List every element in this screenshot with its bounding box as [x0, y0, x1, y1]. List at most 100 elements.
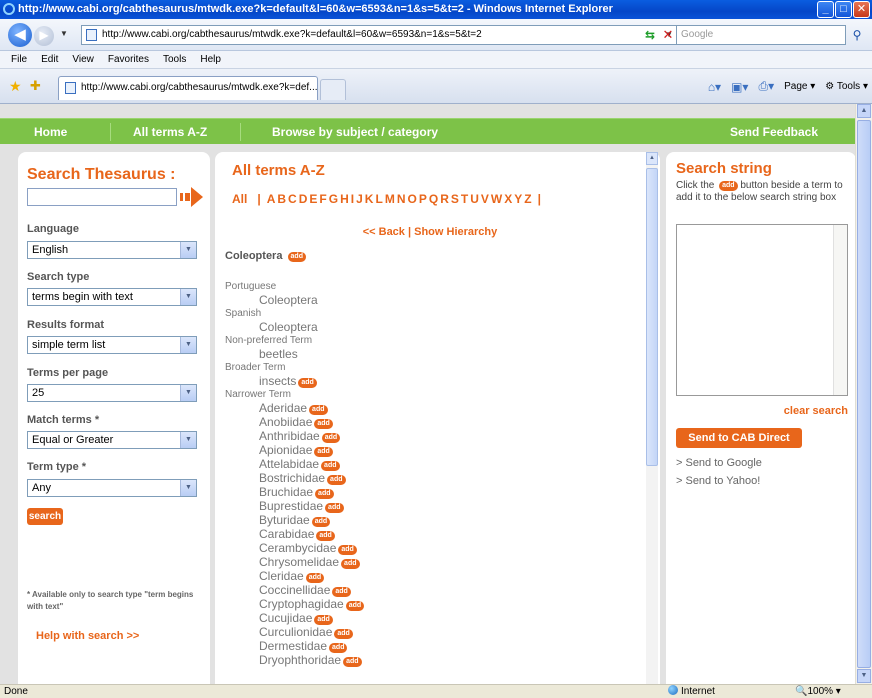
page-scroll-up-icon[interactable]: ▲: [857, 104, 871, 118]
letter-k[interactable]: K: [365, 192, 374, 206]
address-input[interactable]: http://www.cabi.org/cabthesaurus/mtwdk.e…: [81, 25, 681, 45]
textarea-scrollbar[interactable]: [833, 225, 847, 395]
add-term-button[interactable]: add: [287, 252, 306, 262]
add-term-button[interactable]: add: [314, 447, 333, 457]
letter-l[interactable]: L: [375, 192, 382, 206]
add-term-button[interactable]: add: [338, 545, 357, 555]
scroll-up-icon[interactable]: ▲: [646, 152, 658, 165]
add-term-button[interactable]: add: [341, 559, 360, 569]
menu-help[interactable]: Help: [193, 54, 228, 65]
menu-tools[interactable]: Tools: [156, 54, 193, 65]
related-term-link[interactable]: Bruchidae: [259, 485, 313, 499]
add-term-button[interactable]: add: [325, 503, 344, 513]
letter-q[interactable]: Q: [429, 192, 438, 206]
related-term-link[interactable]: Cerambycidae: [259, 541, 336, 555]
related-term-link[interactable]: Dryophthoridae: [259, 653, 341, 667]
related-term-link[interactable]: Coleoptera: [259, 320, 318, 334]
menu-file[interactable]: File: [4, 54, 34, 65]
tab-current[interactable]: http://www.cabi.org/cabthesaurus/mtwdk.e…: [58, 76, 318, 100]
add-term-button[interactable]: add: [316, 531, 335, 541]
match-terms-select[interactable]: Equal or Greater ▼: [27, 431, 197, 449]
scroll-thumb[interactable]: [646, 168, 658, 466]
letter-n[interactable]: N: [397, 192, 406, 206]
tools-menu-button[interactable]: ⚙ Tools ▾: [825, 81, 868, 92]
add-term-button[interactable]: add: [329, 643, 348, 653]
letter-f[interactable]: F: [319, 192, 326, 206]
letter-t[interactable]: T: [461, 192, 468, 206]
nav-send-feedback[interactable]: Send Feedback: [730, 119, 818, 145]
thesaurus-search-input[interactable]: [27, 188, 177, 206]
show-hierarchy-link[interactable]: Show Hierarchy: [414, 226, 497, 238]
related-term-link[interactable]: beetles: [259, 347, 298, 361]
letter-r[interactable]: R: [440, 192, 449, 206]
help-with-search-link[interactable]: Help with search >>: [36, 630, 139, 642]
search-string-textarea[interactable]: [676, 224, 848, 396]
related-term-link[interactable]: Apionidae: [259, 443, 312, 457]
letter-o[interactable]: O: [407, 192, 416, 206]
related-term-link[interactable]: Buprestidae: [259, 499, 323, 513]
search-button[interactable]: search: [27, 508, 63, 525]
menu-favorites[interactable]: Favorites: [101, 54, 156, 65]
related-term-link[interactable]: Cryptophagidae: [259, 597, 344, 611]
close-button[interactable]: ✕: [853, 1, 870, 18]
letter-a[interactable]: A: [267, 192, 276, 206]
search-type-select[interactable]: terms begin with text ▼: [27, 288, 197, 306]
add-term-button[interactable]: add: [309, 405, 328, 415]
letter-c[interactable]: C: [288, 192, 297, 206]
nav-home[interactable]: Home: [34, 119, 67, 145]
letter-p[interactable]: P: [419, 192, 427, 206]
add-term-button[interactable]: add: [305, 573, 325, 583]
related-term-link[interactable]: Anthribidae: [259, 429, 320, 443]
letter-w[interactable]: W: [491, 192, 502, 206]
add-term-button[interactable]: add: [343, 657, 362, 667]
letter-x[interactable]: X: [504, 192, 512, 206]
letter-h[interactable]: H: [340, 192, 349, 206]
page-scroll-thumb[interactable]: [857, 120, 871, 668]
home-icon[interactable]: ⌂▾: [708, 80, 721, 94]
related-term-link[interactable]: insects: [259, 374, 296, 388]
minimize-button[interactable]: _: [817, 1, 834, 18]
related-term-link[interactable]: Carabidae: [259, 527, 314, 541]
letter-e[interactable]: E: [309, 192, 317, 206]
letter-s[interactable]: S: [451, 192, 459, 206]
menu-view[interactable]: View: [65, 54, 101, 65]
web-search-input[interactable]: Google: [676, 25, 846, 45]
page-scrollbar[interactable]: ▲ ▼: [855, 104, 872, 684]
print-icon[interactable]: ⎙▾: [758, 79, 774, 94]
related-term-link[interactable]: Byturidae: [259, 513, 310, 527]
back-button[interactable]: ◀: [8, 23, 32, 47]
related-term-link[interactable]: Chrysomelidae: [259, 555, 339, 569]
nav-all-terms[interactable]: All terms A-Z: [133, 119, 207, 145]
search-arrow-icon[interactable]: [180, 186, 204, 208]
zoom-control[interactable]: 🔍100% ▾: [795, 685, 841, 698]
clear-search-link[interactable]: clear search: [784, 405, 848, 417]
refresh-button[interactable]: ⇆: [641, 26, 659, 44]
send-to-cab-direct-button[interactable]: Send to CAB Direct: [676, 428, 802, 448]
related-term-link[interactable]: Bostrichidae: [259, 471, 325, 485]
forward-button[interactable]: ▶: [34, 26, 54, 46]
add-term-button[interactable]: add: [327, 475, 346, 485]
add-term-button[interactable]: add: [314, 615, 333, 625]
related-term-link[interactable]: Anobiidae: [259, 415, 312, 429]
terms-per-page-select[interactable]: 25 ▼: [27, 384, 197, 402]
letter-z[interactable]: Z: [524, 192, 531, 206]
term-type-select[interactable]: Any ▼: [27, 479, 197, 497]
letter-g[interactable]: G: [329, 192, 338, 206]
add-term-button[interactable]: add: [298, 378, 317, 388]
nav-browse[interactable]: Browse by subject / category: [272, 119, 438, 145]
related-term-link[interactable]: Attelabidae: [259, 457, 319, 471]
letter-v[interactable]: V: [481, 192, 489, 206]
maximize-button[interactable]: □: [835, 1, 852, 18]
letter-b[interactable]: B: [277, 192, 286, 206]
letter-all[interactable]: All: [232, 192, 247, 206]
feeds-icon[interactable]: ▣▾: [731, 80, 748, 94]
related-term-link[interactable]: Cucujidae: [259, 611, 312, 625]
add-term-button[interactable]: add: [311, 517, 331, 527]
add-term-button[interactable]: add: [321, 461, 340, 471]
related-term-link[interactable]: Aderidae: [259, 401, 307, 415]
results-format-select[interactable]: simple term list ▼: [27, 336, 197, 354]
search-go-icon[interactable]: ⚲: [848, 26, 866, 44]
web-search-box[interactable]: Google: [676, 25, 846, 45]
letter-d[interactable]: D: [299, 192, 308, 206]
back-link[interactable]: << Back: [363, 226, 405, 238]
